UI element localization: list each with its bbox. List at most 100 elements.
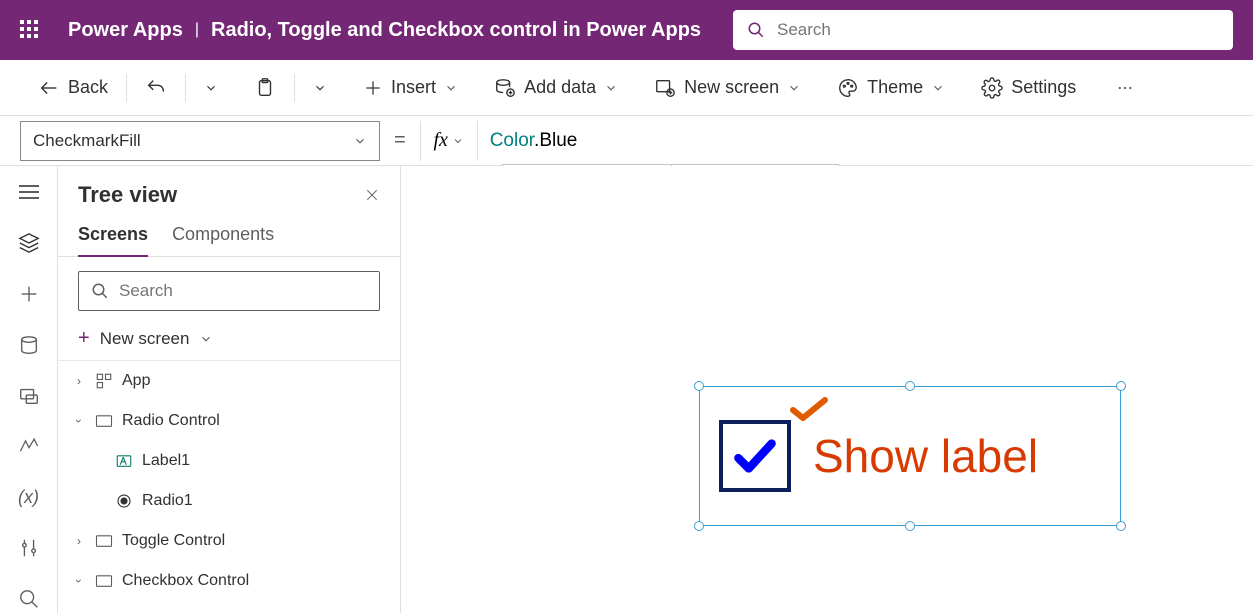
rail-treeview[interactable] xyxy=(9,229,49,258)
tree-item-radio-screen[interactable]: › Radio Control xyxy=(58,401,400,441)
tab-components[interactable]: Components xyxy=(172,216,274,256)
property-dropdown[interactable]: CheckmarkFill xyxy=(20,121,380,161)
radio-icon xyxy=(114,491,134,511)
chevron-down-icon xyxy=(199,332,213,346)
tree-search[interactable] xyxy=(78,271,380,311)
checkbox-control[interactable]: Show label xyxy=(719,420,1038,492)
search-icon xyxy=(91,282,109,300)
tools-icon xyxy=(18,537,40,559)
property-selected: CheckmarkFill xyxy=(33,131,141,151)
insert-button[interactable]: Insert xyxy=(353,71,468,104)
chevron-down-icon xyxy=(604,81,618,95)
fx-icon: fx xyxy=(433,129,447,152)
cmd-separator xyxy=(185,74,186,102)
arrow-left-icon xyxy=(38,77,60,99)
left-rail: (x) xyxy=(0,166,58,613)
tab-screens[interactable]: Screens xyxy=(78,216,148,257)
tree-item-checkbox-screen[interactable]: › Checkbox Control xyxy=(58,561,400,601)
chevron-down-icon xyxy=(452,135,464,147)
chevron-down-icon xyxy=(313,81,327,95)
rail-search[interactable] xyxy=(9,584,49,613)
back-button[interactable]: Back xyxy=(28,71,118,105)
palette-icon xyxy=(837,77,859,99)
tree-item-label2[interactable]: Label2 xyxy=(58,601,400,613)
checkmark-icon xyxy=(730,431,780,481)
tree-panel: Tree view Screens Components + New scree… xyxy=(58,166,401,613)
tree-item-toggle-screen[interactable]: › Toggle Control xyxy=(58,521,400,561)
formula-value: .Blue xyxy=(534,130,577,151)
tree-item-app[interactable]: › App xyxy=(58,361,400,401)
tree-item-radio1[interactable]: Radio1 xyxy=(58,481,400,521)
undo-button[interactable] xyxy=(135,71,177,105)
selection-handle[interactable] xyxy=(1116,381,1126,391)
global-search[interactable] xyxy=(733,10,1233,50)
selection-handle[interactable] xyxy=(1116,521,1126,531)
database-icon xyxy=(18,334,40,356)
back-label: Back xyxy=(68,77,108,98)
chevron-down-icon: › xyxy=(72,574,86,588)
clipboard-icon xyxy=(254,77,276,99)
rail-flows[interactable] xyxy=(9,432,49,461)
chevron-down-icon xyxy=(353,134,367,148)
selection-handle[interactable] xyxy=(905,521,915,531)
screen-icon xyxy=(94,571,114,591)
rail-data[interactable] xyxy=(9,330,49,359)
chevron-right-icon: › xyxy=(72,374,86,388)
title-separator: | xyxy=(195,21,199,39)
tree-label: Toggle Control xyxy=(122,532,225,550)
more-icon xyxy=(1116,79,1134,97)
equals-sign: = xyxy=(394,129,406,152)
plus-icon xyxy=(363,78,383,98)
undo-icon xyxy=(145,77,167,99)
formula-input[interactable]: Color.Blue xyxy=(478,129,1253,152)
add-data-button[interactable]: Add data xyxy=(484,71,628,105)
tree-new-screen[interactable]: + New screen xyxy=(58,321,400,360)
new-screen-label: New screen xyxy=(684,77,779,98)
undo-chevron[interactable] xyxy=(194,75,228,101)
tree-item-label1[interactable]: Label1 xyxy=(58,441,400,481)
tree-label: Radio Control xyxy=(122,412,220,430)
rail-variables[interactable]: (x) xyxy=(9,483,49,512)
canvas[interactable]: Show label xyxy=(401,166,1253,613)
overflow-button[interactable] xyxy=(1106,73,1144,103)
close-panel-button[interactable] xyxy=(364,187,380,203)
rail-tools[interactable] xyxy=(9,533,49,562)
rail-hamburger[interactable] xyxy=(9,178,49,207)
doc-title: Radio, Toggle and Checkbox control in Po… xyxy=(211,19,701,42)
tree-label: App xyxy=(122,372,150,390)
app-icon xyxy=(94,371,114,391)
tree-title: Tree view xyxy=(78,182,177,208)
chevron-down-icon xyxy=(204,81,218,95)
chevron-down-icon xyxy=(444,81,458,95)
fx-button[interactable]: fx xyxy=(420,121,478,161)
tree-search-input[interactable] xyxy=(119,281,367,301)
waffle-icon[interactable] xyxy=(20,20,40,40)
layers-icon xyxy=(18,232,40,254)
media-icon xyxy=(18,385,40,407)
selection-handle[interactable] xyxy=(694,521,704,531)
command-bar: Back Insert Add data New screen Theme Se… xyxy=(0,60,1253,116)
selection-handle[interactable] xyxy=(694,381,704,391)
chevron-right-icon: › xyxy=(72,534,86,548)
tree-header: Tree view xyxy=(58,166,400,216)
chevron-down-icon: › xyxy=(72,414,86,428)
plus-icon xyxy=(18,283,40,305)
insert-label: Insert xyxy=(391,77,436,98)
rail-media[interactable] xyxy=(9,381,49,410)
tree-label: Label1 xyxy=(142,452,190,470)
theme-label: Theme xyxy=(867,77,923,98)
settings-button[interactable]: Settings xyxy=(971,71,1086,105)
new-screen-button[interactable]: New screen xyxy=(644,71,811,105)
checkbox-box[interactable] xyxy=(719,420,791,492)
hamburger-icon xyxy=(19,185,39,199)
tree-label: Checkbox Control xyxy=(122,572,249,590)
rail-insert[interactable] xyxy=(9,280,49,309)
selection-handle[interactable] xyxy=(905,381,915,391)
app-header: Power Apps | Radio, Toggle and Checkbox … xyxy=(0,0,1253,60)
paste-button[interactable] xyxy=(244,71,286,105)
label-icon xyxy=(114,451,134,471)
paste-chevron[interactable] xyxy=(303,75,337,101)
theme-button[interactable]: Theme xyxy=(827,71,955,105)
plus-icon: + xyxy=(78,327,90,350)
search-input[interactable] xyxy=(777,20,1219,40)
